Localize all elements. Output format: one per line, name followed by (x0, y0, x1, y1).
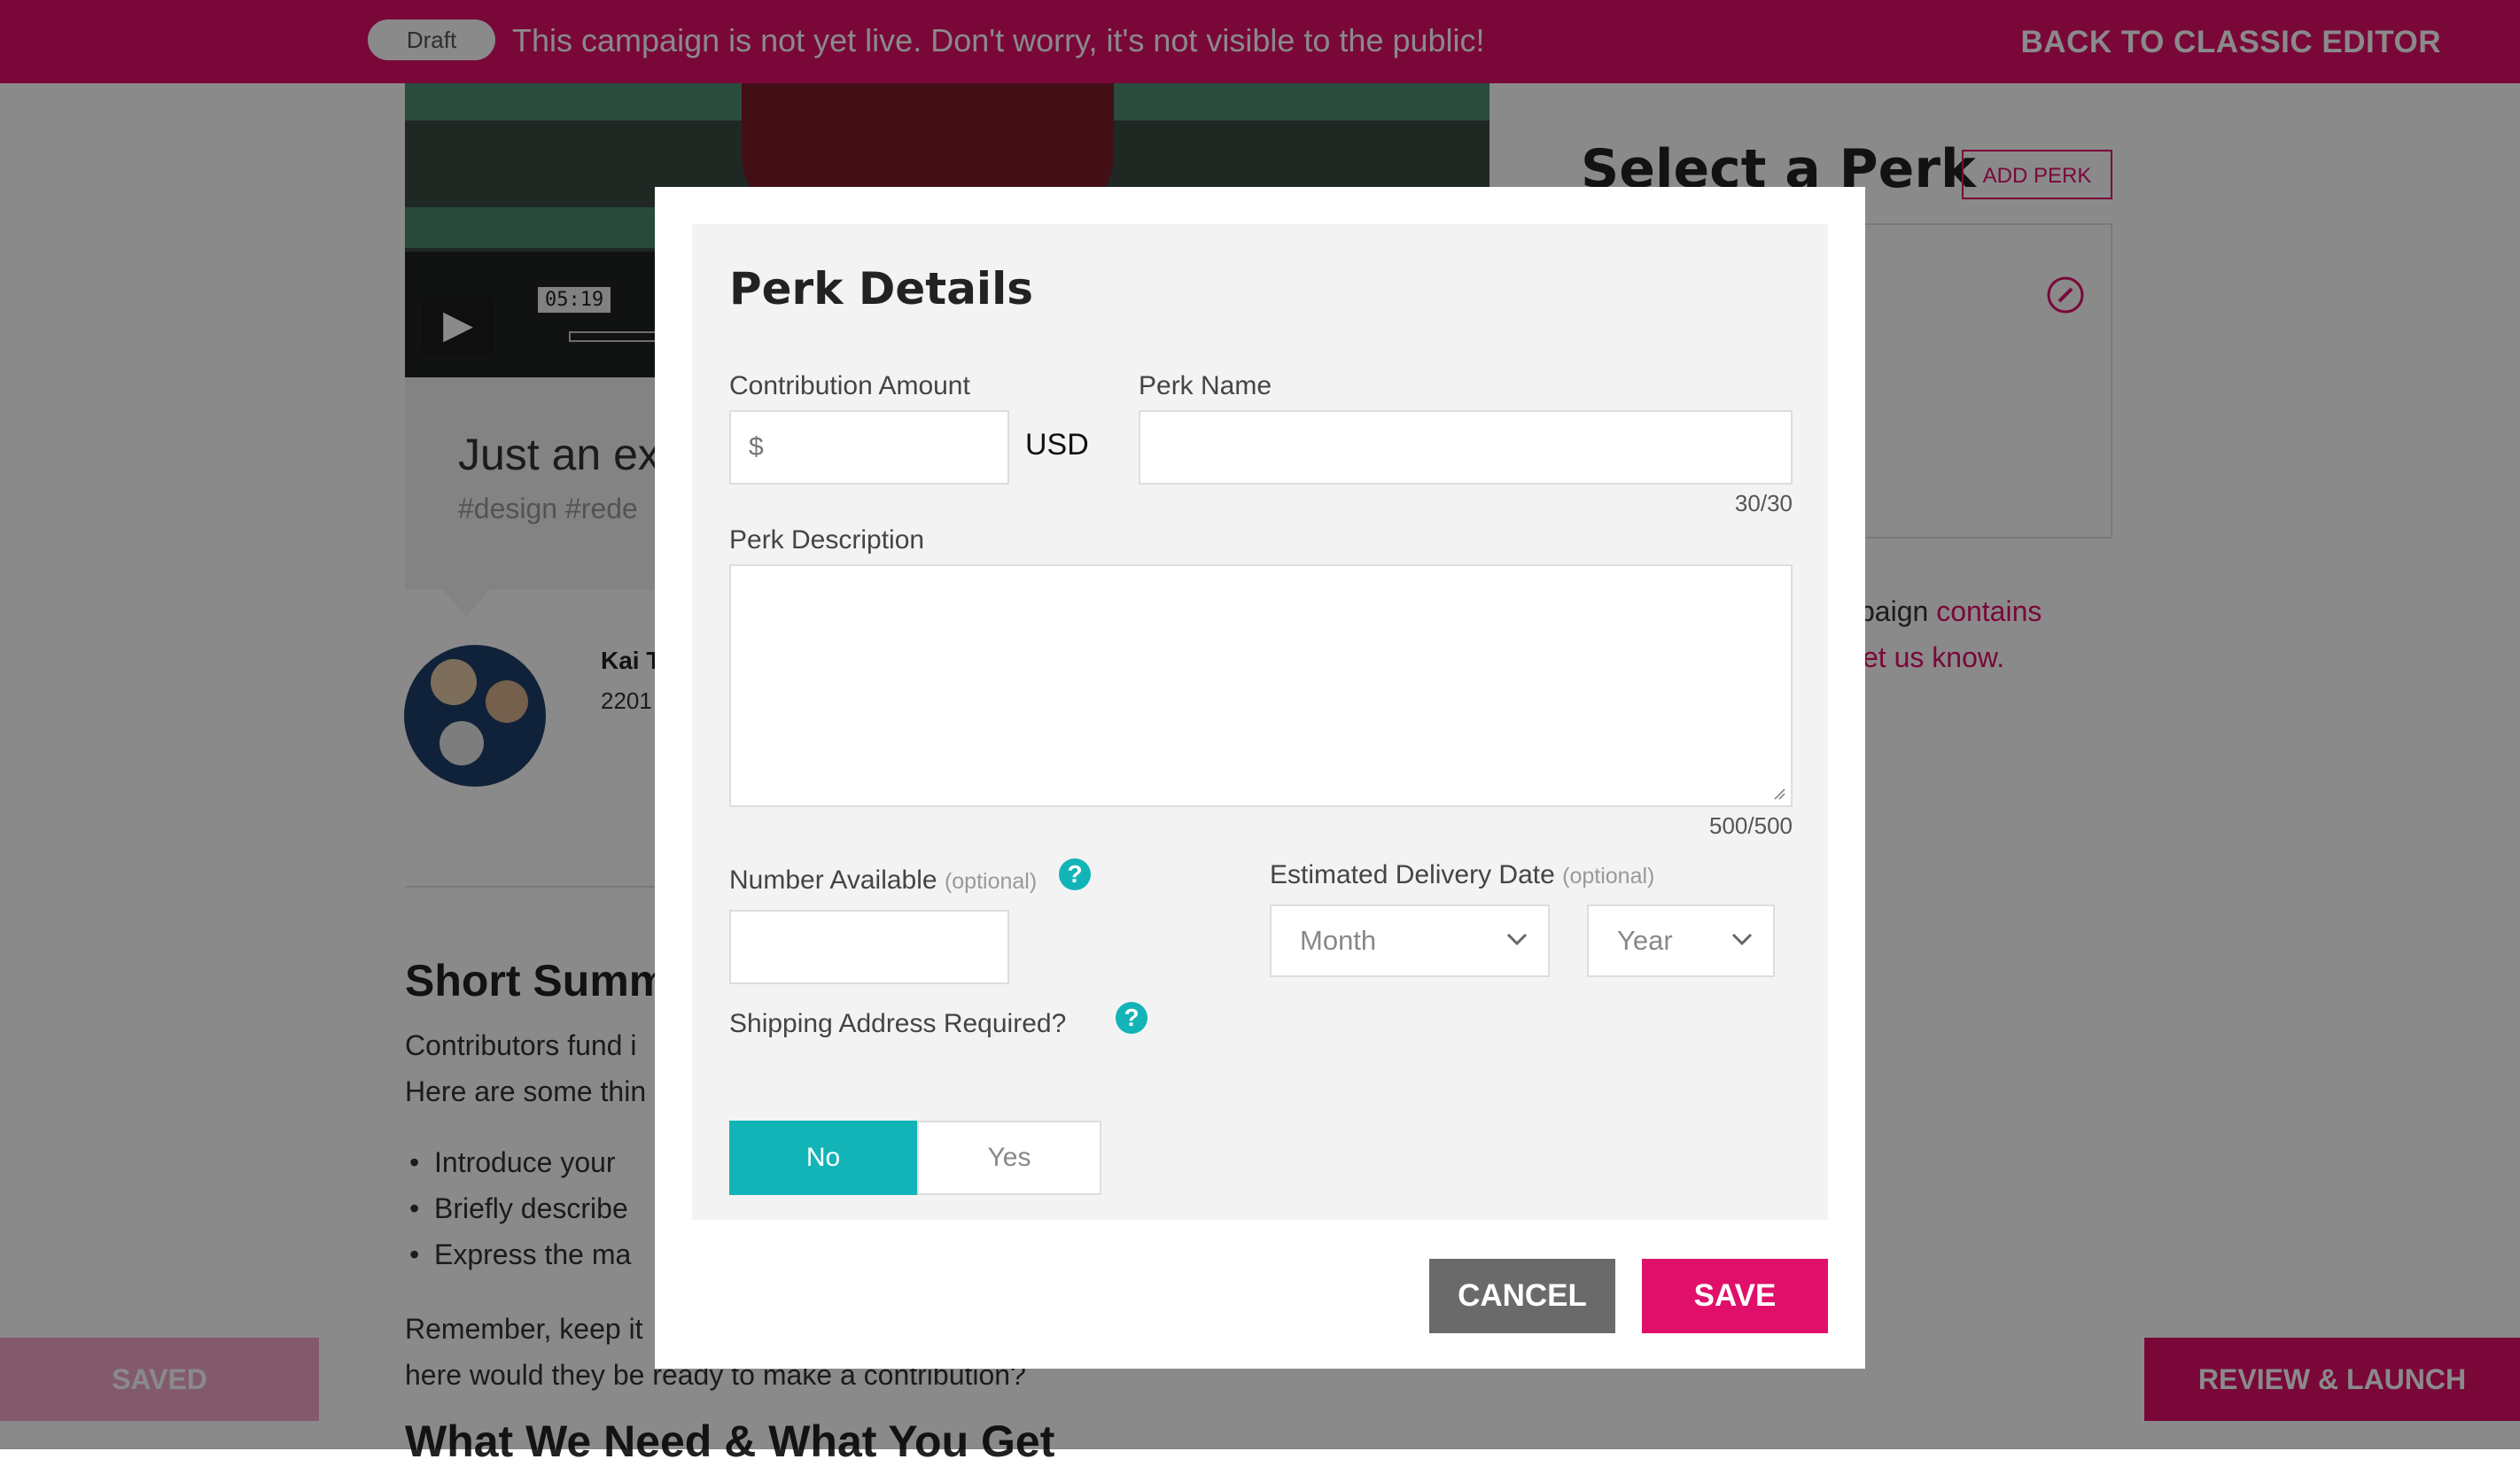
perk-name-label: Perk Name (1139, 371, 1272, 400)
perk-description-counter: 500/500 (1709, 812, 1793, 839)
chevron-down-icon (1731, 933, 1753, 946)
perk-form-panel: Perk Details Contribution Amount USD Per… (692, 224, 1828, 1220)
number-available-label-text: Number Available (729, 865, 937, 895)
shipping-no-option[interactable]: No (729, 1121, 917, 1195)
cancel-button[interactable]: CANCEL (1429, 1259, 1615, 1333)
perk-name-counter: 30/30 (1734, 490, 1793, 516)
help-icon[interactable]: ? (1116, 1002, 1147, 1034)
number-available-label: Number Available (optional) (729, 865, 1037, 896)
number-available-input[interactable] (729, 910, 1009, 984)
currency-label: USD (1025, 428, 1089, 462)
year-select-value: Year (1617, 925, 1673, 956)
perk-description-label: Perk Description (729, 525, 925, 555)
perk-description-textarea[interactable] (729, 564, 1793, 807)
month-select-value: Month (1300, 925, 1377, 956)
chevron-down-icon (1506, 933, 1528, 946)
delivery-date-label: Estimated Delivery Date (optional) (1270, 860, 1654, 890)
shipping-yes-option[interactable]: Yes (917, 1121, 1101, 1195)
modal-title: Perk Details (729, 263, 1033, 314)
optional-hint: (optional) (1562, 864, 1655, 889)
year-select[interactable]: Year (1587, 904, 1775, 977)
perk-name-input[interactable] (1139, 410, 1793, 485)
contribution-amount-label: Contribution Amount (729, 371, 970, 400)
save-button[interactable]: SAVE (1642, 1259, 1828, 1333)
shipping-required-label: Shipping Address Required? (729, 1009, 1067, 1038)
contribution-amount-input[interactable] (729, 410, 1009, 485)
month-select[interactable]: Month (1270, 904, 1550, 977)
resize-handle-icon[interactable] (1773, 788, 1785, 800)
perk-details-modal: Perk Details Contribution Amount USD Per… (655, 187, 1865, 1369)
optional-hint: (optional) (944, 869, 1038, 894)
delivery-date-label-text: Estimated Delivery Date (1270, 860, 1555, 889)
help-icon[interactable]: ? (1059, 858, 1091, 890)
